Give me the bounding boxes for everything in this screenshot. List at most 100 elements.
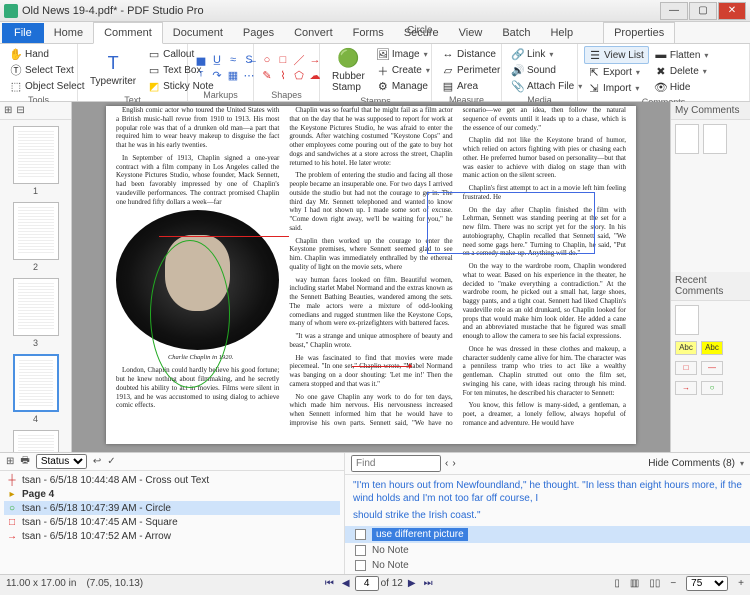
- markup-insert[interactable]: ᵀ: [194, 69, 208, 83]
- print-comments-icon[interactable]: 🖶: [20, 453, 29, 470]
- comment-row[interactable]: ┼tsan - 6/5/18 10:44:48 AM - Cross out T…: [4, 473, 340, 487]
- markup-replace[interactable]: ↷: [210, 69, 224, 83]
- thumb-1[interactable]: [13, 126, 59, 184]
- select-text-tool[interactable]: ⓉSelect Text: [6, 62, 88, 78]
- checkbox[interactable]: [355, 560, 366, 571]
- comment-row[interactable]: ○tsan - 6/5/18 10:47:39 AM - Circle: [4, 501, 340, 515]
- import-button[interactable]: ⇲Import▾: [584, 80, 649, 96]
- first-page-button[interactable]: ⏮: [322, 578, 337, 589]
- typewriter-button[interactable]: TTypewriter: [84, 51, 142, 89]
- markup-highlight[interactable]: ▅: [194, 53, 208, 67]
- markup-squiggly[interactable]: ≈: [226, 53, 240, 67]
- view-continuous-icon[interactable]: ▥: [630, 578, 639, 589]
- markup-area-hl[interactable]: ▦: [226, 69, 240, 83]
- hide-button[interactable]: 👁Hide: [651, 79, 713, 95]
- expand-all-icon[interactable]: ⊞: [6, 456, 14, 467]
- swatch-circle[interactable]: ○: [701, 381, 723, 395]
- tab-batch[interactable]: Batch: [492, 23, 540, 43]
- comment-row[interactable]: □tsan - 6/5/18 10:47:45 AM - Square: [4, 515, 340, 529]
- swatch-abc[interactable]: Abc: [675, 341, 697, 355]
- tab-view[interactable]: View: [449, 23, 493, 43]
- link-button[interactable]: 🔗Link▾: [508, 46, 586, 62]
- check-icon[interactable]: ✓: [107, 456, 115, 467]
- view-single-icon[interactable]: ▯: [614, 578, 620, 589]
- export-button[interactable]: ⇱Export▾: [584, 64, 649, 80]
- prev-page-button[interactable]: ◀: [339, 578, 353, 589]
- checkbox[interactable]: [355, 545, 366, 556]
- image-button[interactable]: 🖼Image▾: [373, 47, 434, 63]
- body-text: He was fascinated to find that movies we…: [289, 354, 452, 389]
- attach-button[interactable]: 📎Attach File▾: [508, 78, 586, 94]
- note-row[interactable]: use different picture: [345, 526, 750, 543]
- sound-button[interactable]: 🔊Sound: [508, 62, 586, 78]
- comment-page-row[interactable]: ▸Page 4: [4, 487, 340, 501]
- close-button[interactable]: ✕: [718, 2, 746, 20]
- create-stamp-button[interactable]: ＋Create▾: [373, 63, 434, 79]
- page-preview[interactable]: [675, 124, 699, 154]
- zoom-select[interactable]: 75: [686, 576, 728, 591]
- zoom-out-button[interactable]: −: [670, 578, 676, 589]
- shape-pencil[interactable]: ✎: [260, 69, 274, 83]
- hide-comments-toggle[interactable]: Hide Comments (8): [648, 458, 735, 469]
- tab-help[interactable]: Help: [540, 23, 583, 43]
- swatch-arrow[interactable]: →: [675, 381, 697, 395]
- page-preview[interactable]: [703, 124, 727, 154]
- delete-button[interactable]: ✖Delete▾: [651, 63, 713, 79]
- view-list-button[interactable]: ☰View List: [584, 46, 649, 64]
- tab-forms[interactable]: Forms: [343, 23, 394, 43]
- tab-convert[interactable]: Convert: [284, 23, 343, 43]
- checkbox[interactable]: [355, 529, 366, 540]
- tab-document[interactable]: Document: [163, 23, 233, 43]
- caption: Charlie Chaplin in 1920.: [116, 354, 279, 362]
- tab-pages[interactable]: Pages: [233, 23, 284, 43]
- thumb-3[interactable]: [13, 278, 59, 336]
- manage-stamp-button[interactable]: ⚙Manage: [373, 79, 434, 95]
- ribbon-tabrow: File Home Comment Document Pages Convert…: [0, 22, 750, 44]
- find-next-icon[interactable]: ›: [452, 458, 455, 469]
- status-select[interactable]: Status: [36, 454, 87, 469]
- hand-tool[interactable]: ✋Hand: [6, 46, 88, 62]
- swatch-line[interactable]: —: [701, 361, 723, 375]
- swatch-abc[interactable]: Abc: [701, 341, 723, 355]
- last-page-button[interactable]: ⏭: [421, 578, 436, 589]
- distance-button[interactable]: ↔Distance: [438, 46, 504, 62]
- thumb-tool-icon2[interactable]: ⊟: [16, 105, 24, 116]
- view-facing-icon[interactable]: ▯▯: [649, 578, 660, 589]
- note-row[interactable]: No Note: [345, 543, 750, 558]
- document-canvas[interactable]: English comic actor who toured the Unite…: [72, 102, 670, 452]
- tab-home[interactable]: Home: [44, 23, 93, 43]
- find-prev-icon[interactable]: ‹: [445, 458, 448, 469]
- perimeter-button[interactable]: ▱Perimeter: [438, 62, 504, 78]
- shape-circle[interactable]: ○: [260, 53, 274, 67]
- comment-row[interactable]: →tsan - 6/5/18 10:47:52 AM - Arrow: [4, 529, 340, 543]
- minimize-button[interactable]: —: [660, 2, 688, 20]
- note-row[interactable]: No Note: [345, 558, 750, 573]
- swatch-square[interactable]: □: [675, 361, 697, 375]
- shape-polyline[interactable]: ⌇: [276, 69, 290, 83]
- maximize-button[interactable]: ▢: [689, 2, 717, 20]
- shape-polygon[interactable]: ⬠: [292, 69, 306, 83]
- next-page-button[interactable]: ▶: [405, 578, 419, 589]
- page-preview[interactable]: [675, 305, 699, 335]
- reply-icon[interactable]: ↩: [93, 456, 101, 467]
- object-select-tool[interactable]: ⬚Object Select: [6, 78, 88, 94]
- find-input[interactable]: [351, 455, 441, 472]
- markup-underline[interactable]: U̲: [210, 53, 224, 67]
- zoom-in-button[interactable]: +: [738, 578, 744, 589]
- perimeter-icon: ▱: [442, 64, 454, 76]
- shape-line[interactable]: ／: [292, 53, 306, 67]
- body-text: You know, this fellow is many-sided, a g…: [463, 401, 626, 427]
- tab-properties[interactable]: Properties: [603, 22, 675, 43]
- thumb-5[interactable]: [13, 430, 59, 452]
- tab-file[interactable]: File: [2, 23, 44, 43]
- flatten-button[interactable]: ▬Flatten▾: [651, 47, 713, 63]
- shape-square[interactable]: □: [276, 53, 290, 67]
- tab-comment[interactable]: Comment: [93, 22, 163, 44]
- area-button[interactable]: ▤Area: [438, 78, 504, 94]
- rubber-stamp-button[interactable]: 🟢Rubber Stamp: [326, 46, 371, 95]
- thumb-tool-icon[interactable]: ⊞: [4, 105, 12, 116]
- page-input[interactable]: [355, 576, 379, 591]
- thumb-4[interactable]: [13, 354, 59, 412]
- thumb-2[interactable]: [13, 202, 59, 260]
- comments-list: ┼tsan - 6/5/18 10:44:48 AM - Cross out T…: [0, 471, 344, 574]
